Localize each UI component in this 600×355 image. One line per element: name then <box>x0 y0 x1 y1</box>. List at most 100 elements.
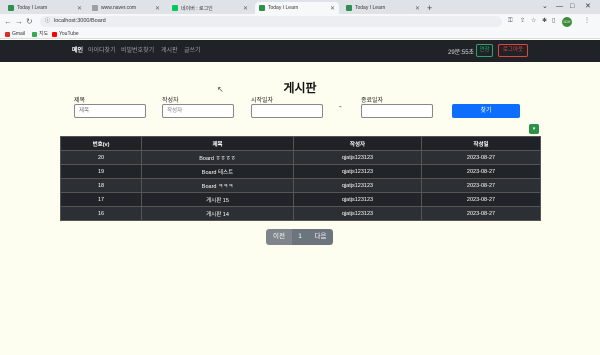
table-row[interactable]: 17 게시판 15 qjatjs123123 2023-08-27 <box>60 192 541 207</box>
bookmark-youtube[interactable]: YouTube <box>52 30 79 38</box>
info-icon[interactable]: ⓘ <box>45 16 50 27</box>
site-favicon-icon <box>259 5 265 11</box>
close-icon[interactable]: ✕ <box>243 5 248 12</box>
browser-tab-1[interactable]: Today I Learn ✕ <box>4 2 86 14</box>
maps-icon <box>32 31 37 37</box>
cell-number: 17 <box>60 192 142 207</box>
browser-toolbar: ← → ↻ ⓘ localhost:3000/Board ⚿ ⇪ ☆ ✱ ▯ I… <box>0 14 600 29</box>
cell-author: qjatjs123123 <box>293 192 422 207</box>
title-filter-input[interactable] <box>74 104 146 118</box>
title-filter-label: 제목 <box>74 98 86 104</box>
close-icon[interactable]: ✕ <box>155 5 160 12</box>
start-date-input[interactable] <box>251 104 323 118</box>
column-header-author: 작성자 <box>293 136 422 151</box>
cell-title[interactable]: 게시판 14 <box>141 206 294 221</box>
reload-icon[interactable]: ↻ <box>26 16 33 27</box>
nav-brand-main[interactable]: 메인 <box>72 47 83 55</box>
tab-label: 네이버 : 로그인 <box>181 5 213 12</box>
table-row[interactable]: 18 Board ㅋㅋㅋ qjatjs123123 2023-08-27 <box>60 178 541 193</box>
site-navbar: 메인 아이디찾기 비밀번호찾기 게시판 글쓰기 29분:55초 연장 로그아웃 <box>0 40 600 62</box>
mouse-cursor-icon: ↖ <box>217 85 224 94</box>
back-arrow-icon[interactable]: ← <box>4 16 12 27</box>
cell-date: 2023-08-27 <box>421 178 541 193</box>
tab-search-icon[interactable]: ⌄ <box>542 1 548 13</box>
cell-author: qjatjs123123 <box>293 178 422 193</box>
next-page-button[interactable]: 다음 <box>308 229 333 245</box>
prev-page-button[interactable]: 이전 <box>266 229 292 245</box>
cell-date: 2023-08-27 <box>421 206 541 221</box>
browser-tab-3[interactable]: 네이버 : 로그인 ✕ <box>168 2 252 14</box>
cell-title[interactable]: Board ㅎㅎㅎㅎ <box>141 150 294 165</box>
new-tab-button[interactable]: + <box>427 2 432 14</box>
column-header-number[interactable]: 번호(v) <box>60 136 142 151</box>
forward-arrow-icon[interactable]: → <box>15 16 23 27</box>
bookmark-label: YouTube <box>59 31 79 37</box>
bookmark-label: 지도 <box>39 31 49 37</box>
share-icon[interactable]: ⇪ <box>520 17 525 26</box>
table-row[interactable]: 20 Board ㅎㅎㅎㅎ qjatjs123123 2023-08-27 <box>60 150 541 165</box>
star-icon[interactable]: ☆ <box>531 17 536 26</box>
page-number-button[interactable]: 1 <box>292 229 308 245</box>
author-filter-input[interactable] <box>162 104 234 118</box>
column-header-title: 제목 <box>141 136 294 151</box>
nav-write[interactable]: 글쓰기 <box>184 47 201 55</box>
author-filter-label: 작성자 <box>162 98 179 104</box>
cell-title[interactable]: Board 테스트 <box>141 164 294 179</box>
site-favicon-icon <box>346 5 352 11</box>
url-text: localhost:3000/Board <box>54 18 106 24</box>
tab-label: Today I Learn <box>268 5 299 11</box>
nav-find-id[interactable]: 아이디찾기 <box>88 47 116 55</box>
nav-find-password[interactable]: 비밀번호찾기 <box>121 47 154 55</box>
browser-tab-2[interactable]: www.naver.com ✕ <box>88 2 164 14</box>
table-row[interactable]: 19 Board 테스트 qjatjs123123 2023-08-27 <box>60 164 541 179</box>
browser-tab-4-active[interactable]: Today I Learn ✕ <box>255 2 339 14</box>
maximize-icon[interactable]: □ <box>570 1 574 13</box>
cell-number: 19 <box>60 164 142 179</box>
youtube-icon <box>52 31 57 37</box>
table-header-row: 번호(v) 제목 작성자 작성일 <box>60 136 541 151</box>
site-favicon-icon <box>8 5 14 11</box>
cell-number: 20 <box>60 150 142 165</box>
nav-board[interactable]: 게시판 <box>161 47 178 55</box>
cell-title[interactable]: Board ㅋㅋㅋ <box>141 178 294 193</box>
window-close-icon[interactable]: ✕ <box>585 1 591 13</box>
close-icon[interactable]: ✕ <box>77 5 82 12</box>
end-date-input[interactable] <box>361 104 433 118</box>
dropdown-toggle-icon[interactable]: ▾ <box>529 124 539 134</box>
search-button[interactable]: 찾기 <box>452 104 520 118</box>
extend-session-button[interactable]: 연장 <box>476 44 493 57</box>
pagination: 이전 1 다음 <box>266 229 333 245</box>
cell-date: 2023-08-27 <box>421 164 541 179</box>
naver-favicon-icon <box>172 5 178 11</box>
gmail-icon <box>5 31 10 37</box>
browser-tab-strip: Today I Learn ✕ www.naver.com ✕ 네이버 : 로그… <box>0 0 600 14</box>
bookmarks-bar: Gmail 지도 YouTube <box>0 29 600 39</box>
table-row[interactable]: 16 게시판 14 qjatjs123123 2023-08-27 <box>60 206 541 221</box>
bookmark-gmail[interactable]: Gmail <box>5 30 25 38</box>
key-icon[interactable]: ⚿ <box>508 17 513 26</box>
cell-author: qjatjs123123 <box>293 150 422 165</box>
browser-tab-5[interactable]: Today I Learn ✕ <box>342 2 424 14</box>
session-timer: 29분:55초 <box>448 50 475 56</box>
end-date-label: 종료일자 <box>361 98 384 104</box>
bookmark-maps[interactable]: 지도 <box>32 30 48 38</box>
cell-number: 18 <box>60 178 142 193</box>
close-icon[interactable]: ✕ <box>330 5 335 12</box>
cell-title[interactable]: 게시판 15 <box>141 192 294 207</box>
tab-label: Today I Learn <box>355 5 386 11</box>
close-icon[interactable]: ✕ <box>415 5 420 12</box>
board-table: 번호(v) 제목 작성자 작성일 20 Board ㅎㅎㅎㅎ qjatjs123… <box>60 136 541 221</box>
bookmark-label: Gmail <box>12 31 26 37</box>
globe-icon <box>92 5 98 11</box>
date-range-dash: - <box>339 102 342 111</box>
tab-label: www.naver.com <box>101 5 137 11</box>
profile-avatar[interactable]: ICH <box>562 17 572 27</box>
sidepanel-icon[interactable]: ▯ <box>552 17 555 26</box>
cell-author: qjatjs123123 <box>293 164 422 179</box>
address-bar[interactable]: ⓘ localhost:3000/Board <box>40 16 502 27</box>
cell-date: 2023-08-27 <box>421 150 541 165</box>
minimize-icon[interactable]: — <box>556 1 563 13</box>
extensions-icon[interactable]: ✱ <box>542 17 547 26</box>
logout-button[interactable]: 로그아웃 <box>498 44 528 57</box>
menu-kebab-icon[interactable]: ⋮ <box>584 17 590 26</box>
